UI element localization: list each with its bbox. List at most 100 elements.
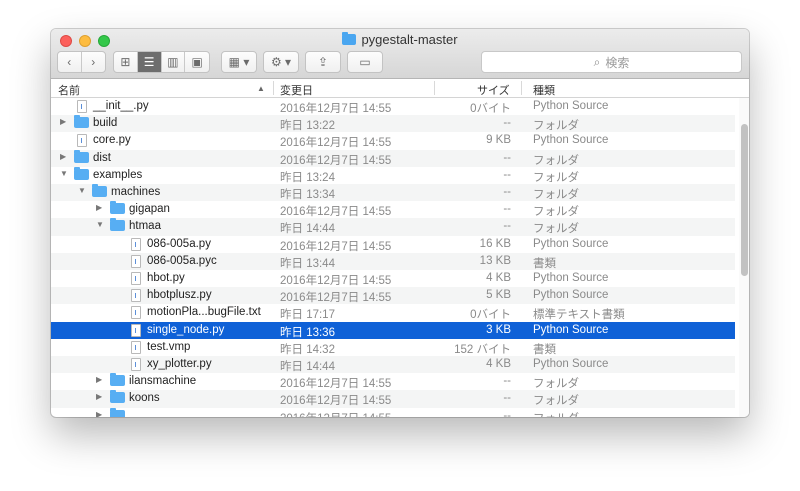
finder-window: pygestalt-master ‹ › ⊞ ☰ ▥ ▣ ▦ ▾ ⚙ ▾ ⇪ ▭… <box>51 29 749 417</box>
file-size: -- <box>503 392 511 405</box>
file-size: 0バイト <box>470 309 511 322</box>
folder-icon <box>342 32 357 45</box>
disclosure-closed-icon[interactable]: ▶ <box>96 203 102 212</box>
cover-flow-button[interactable]: ▣ <box>185 52 209 72</box>
disclosure-closed-icon[interactable]: ▶ <box>60 117 66 126</box>
file-kind: Python Source <box>533 134 609 147</box>
modified-date: 2016年12月7日 14:55 <box>280 137 392 150</box>
file-kind: Python Source <box>533 323 609 336</box>
file-size: 152 バイト <box>454 343 511 356</box>
column-kind-header[interactable]: 種類 <box>533 82 555 98</box>
modified-date: 2016年12月7日 14:55 <box>280 154 392 167</box>
folder-row[interactable]: ▼ examples 昨日 13:24 -- フォルダ <box>51 166 735 184</box>
search-placeholder: 検索 <box>605 55 630 70</box>
disclosure-closed-icon[interactable]: ▶ <box>60 152 66 161</box>
column-view-button[interactable]: ▥ <box>162 52 186 72</box>
list-view-button[interactable]: ☰ <box>137 52 162 72</box>
file-kind: フォルダ <box>533 378 579 391</box>
folder-row[interactable]: ▶ ilansmachine 2016年12月7日 14:55 -- フォルダ <box>51 373 735 390</box>
file-row[interactable]: motionPla...bugFile.txt 昨日 17:17 0バイト 標準テキス… <box>51 304 735 321</box>
folder-icon <box>110 373 125 387</box>
document-icon <box>131 254 141 268</box>
document-icon <box>131 306 141 320</box>
file-name: ilansmachine <box>129 375 197 388</box>
file-row[interactable]: single_node.py 昨日 13:36 3 KB Python Source <box>51 321 735 339</box>
document-icon <box>131 323 141 337</box>
folder-row[interactable]: ▶ 2016年12月7日 14:55 -- フォルダ <box>51 407 735 417</box>
disclosure-open-icon[interactable]: ▼ <box>96 220 104 229</box>
disclosure-closed-icon[interactable]: ▶ <box>96 410 102 417</box>
folder-icon <box>110 201 125 215</box>
modified-date: 2016年12月7日 14:55 <box>280 292 392 305</box>
file-name: hbotplusz.py <box>147 289 212 302</box>
file-row[interactable]: __init__.py 2016年12月7日 14:55 0バイト Python So… <box>51 98 735 115</box>
file-row[interactable]: core.py 2016年12月7日 14:55 9 KB Python Source <box>51 132 735 149</box>
file-kind: フォルダ <box>533 223 579 236</box>
file-name: htmaa <box>129 220 161 233</box>
file-kind: フォルダ <box>533 171 579 184</box>
disclosure-closed-icon[interactable]: ▶ <box>96 392 102 401</box>
file-row[interactable]: 086-005a.py 2016年12月7日 14:55 16 KB Python S… <box>51 236 735 253</box>
modified-date: 2016年12月7日 14:55 <box>280 206 392 219</box>
forward-button[interactable]: › <box>82 52 105 72</box>
file-size: -- <box>503 203 511 216</box>
file-name: gigapan <box>129 203 170 216</box>
file-name: 086-005a.pyc <box>147 254 217 267</box>
titlebar: pygestalt-master ‹ › ⊞ ☰ ▥ ▣ ▦ ▾ ⚙ ▾ ⇪ ▭… <box>51 29 749 79</box>
action-button[interactable]: ⚙ ▾ <box>263 51 299 73</box>
file-size: -- <box>503 375 511 388</box>
file-size: -- <box>503 117 511 130</box>
file-kind: フォルダ <box>533 120 579 133</box>
folder-row[interactable]: ▶ build 昨日 13:22 -- フォルダ <box>51 115 735 133</box>
file-row[interactable]: hbot.py 2016年12月7日 14:55 4 KB Python Source <box>51 270 735 287</box>
window-title: pygestalt-master <box>51 32 749 47</box>
modified-date: 昨日 14:44 <box>280 361 335 373</box>
file-name: __init__.py <box>93 100 149 112</box>
back-button[interactable]: ‹ <box>58 52 82 72</box>
column-date-header[interactable]: 変更日 <box>280 82 313 98</box>
folder-row[interactable]: ▼ htmaa 昨日 14:44 -- フォルダ <box>51 218 735 236</box>
file-size: -- <box>503 220 511 233</box>
file-name: motionPla...bugFile.txt <box>147 306 261 319</box>
search-field[interactable]: ⌕ 検索 <box>481 51 742 73</box>
column-header: 名前 ▲ 変更日 サイズ 種類 <box>51 79 749 98</box>
file-size: 5 KB <box>486 289 511 302</box>
file-kind: フォルダ <box>533 154 579 167</box>
file-row[interactable]: hbotplusz.py 2016年12月7日 14:55 5 KB Python S… <box>51 287 735 305</box>
disclosure-closed-icon[interactable]: ▶ <box>96 375 102 384</box>
file-row[interactable]: test.vmp 昨日 14:32 152 バイト 書類 <box>51 339 735 356</box>
modified-date: 昨日 13:36 <box>280 326 335 339</box>
column-name-header[interactable]: 名前 <box>58 82 80 98</box>
cover-flow-icon: ▣ <box>191 55 203 69</box>
file-name: xy_plotter.py <box>147 358 212 370</box>
folder-row[interactable]: ▼ machines 昨日 13:34 -- フォルダ <box>51 184 735 202</box>
file-kind: 書類 <box>533 257 556 270</box>
file-name: 086-005a.py <box>147 237 211 250</box>
scrollbar-thumb[interactable] <box>741 124 748 276</box>
modified-date: 昨日 14:44 <box>280 223 335 236</box>
folder-row[interactable]: ▶ dist 2016年12月7日 14:55 -- フォルダ <box>51 149 735 167</box>
folder-row[interactable]: ▶ koons 2016年12月7日 14:55 -- フォルダ <box>51 390 735 408</box>
file-size: 16 KB <box>479 237 511 250</box>
arrange-button[interactable]: ▦ ▾ <box>221 51 257 73</box>
share-button[interactable]: ⇪ <box>305 51 341 73</box>
file-kind: Python Source <box>533 100 609 112</box>
disclosure-open-icon[interactable]: ▼ <box>78 186 86 195</box>
file-kind: Python Source <box>533 237 609 250</box>
folder-row[interactable]: ▶ gigapan 2016年12月7日 14:55 -- フォルダ <box>51 201 735 218</box>
file-kind: 標準テキスト書類 <box>533 309 625 322</box>
column-size-header[interactable]: サイズ <box>477 82 510 98</box>
file-name: test.vmp <box>147 340 191 353</box>
icon-view-button[interactable]: ⊞ <box>114 52 138 72</box>
tag-button[interactable]: ▭ <box>347 51 383 73</box>
file-row[interactable]: xy_plotter.py 昨日 14:44 4 KB Python Source <box>51 356 735 374</box>
folder-icon <box>110 218 125 232</box>
vertical-scrollbar[interactable] <box>739 98 749 417</box>
file-name: dist <box>93 151 111 164</box>
file-row[interactable]: 086-005a.pyc 昨日 13:44 13 KB 書類 <box>51 252 735 270</box>
nav-buttons: ‹ › <box>57 51 106 73</box>
disclosure-open-icon[interactable]: ▼ <box>60 169 68 178</box>
modified-date: 昨日 14:32 <box>280 343 335 356</box>
modified-date: 2016年12月7日 14:55 <box>280 103 392 115</box>
file-size: 3 KB <box>486 323 511 336</box>
